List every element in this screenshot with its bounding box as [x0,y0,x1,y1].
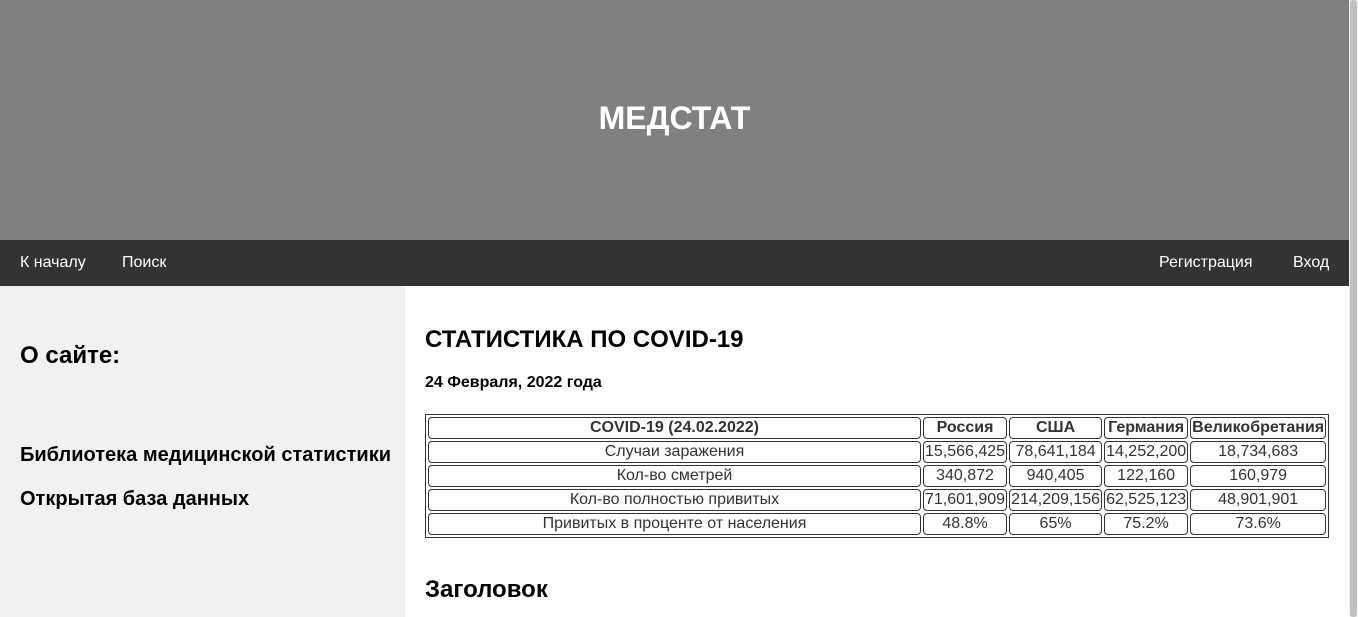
vertical-scrollbar[interactable] [1349,0,1358,617]
nav-link-home[interactable]: К началу [20,240,86,286]
site-title: МЕДСТАТ [598,100,751,136]
table-cell: 18,734,683 [1190,441,1327,463]
nav-link-search[interactable]: Поиск [122,240,166,286]
covid-stats-table: COVID-19 (24.02.2022) Россия США Германи… [425,414,1330,538]
main-content: СТАТИСТИКА ПО COVID-19 24 Февраля, 2022 … [405,286,1349,617]
table-cell: Случаи заражения [428,441,921,463]
table-cell: 48,901,901 [1190,489,1327,511]
table-row: Привитых в проценте от населения 48.8% 6… [428,513,1327,535]
table-cell: 65% [1009,513,1103,535]
table-row: Кол-во сметрей 340,872 940,405 122,160 1… [428,465,1327,487]
table-cell: 122,160 [1104,465,1189,487]
sidebar-link-database[interactable]: Открытая база данных [20,488,249,511]
table-cell: 340,872 [923,465,1008,487]
page: МЕДСТАТ К началу Поиск Регистрация Вход … [0,0,1358,617]
table-cell: Привитых в проценте от населения [428,513,921,535]
table-cell: Кол-во сметрей [428,465,921,487]
table-cell: 15,566,425 [923,441,1008,463]
column-header: США [1009,417,1103,439]
sidebar-heading: О сайте: [20,342,121,369]
site-header: МЕДСТАТ [0,0,1349,240]
sidebar: О сайте: Библиотека медицинской статисти… [0,286,405,617]
nav-link-register[interactable]: Регистрация [1159,240,1253,286]
table-cell: 62,525,123 [1104,489,1189,511]
column-header: Великобретания [1190,417,1327,439]
page-title: СТАТИСТИКА ПО COVID-19 [425,326,744,353]
table-cell: 73.6% [1190,513,1327,535]
table-cell: 214,209,156 [1009,489,1103,511]
table-header-row: COVID-19 (24.02.2022) Россия США Германи… [428,417,1327,439]
table-cell: 48.8% [923,513,1008,535]
page-date: 24 Февраля, 2022 года [425,374,602,391]
column-header: Россия [923,417,1008,439]
table-cell: Кол-во полностью привитых [428,489,921,511]
column-header: Германия [1104,417,1189,439]
table-row: Случаи заражения 15,566,425 78,641,184 1… [428,441,1327,463]
table-row: Кол-во полностью привитых 71,601,909 214… [428,489,1327,511]
navbar: К началу Поиск Регистрация Вход [0,240,1349,286]
table-cell: 71,601,909 [923,489,1008,511]
table-cell: 940,405 [1009,465,1103,487]
table-cell: 14,252,200 [1104,441,1189,463]
section-heading: Заголовок [425,576,548,603]
sidebar-link-library[interactable]: Библиотека медицинской статистики [20,444,391,467]
column-header: COVID-19 (24.02.2022) [428,417,921,439]
table-cell: 75.2% [1104,513,1189,535]
nav-link-login[interactable]: Вход [1293,240,1329,286]
table-cell: 78,641,184 [1009,441,1103,463]
table-cell: 160,979 [1190,465,1327,487]
scrollbar-thumb[interactable] [1350,0,1357,617]
